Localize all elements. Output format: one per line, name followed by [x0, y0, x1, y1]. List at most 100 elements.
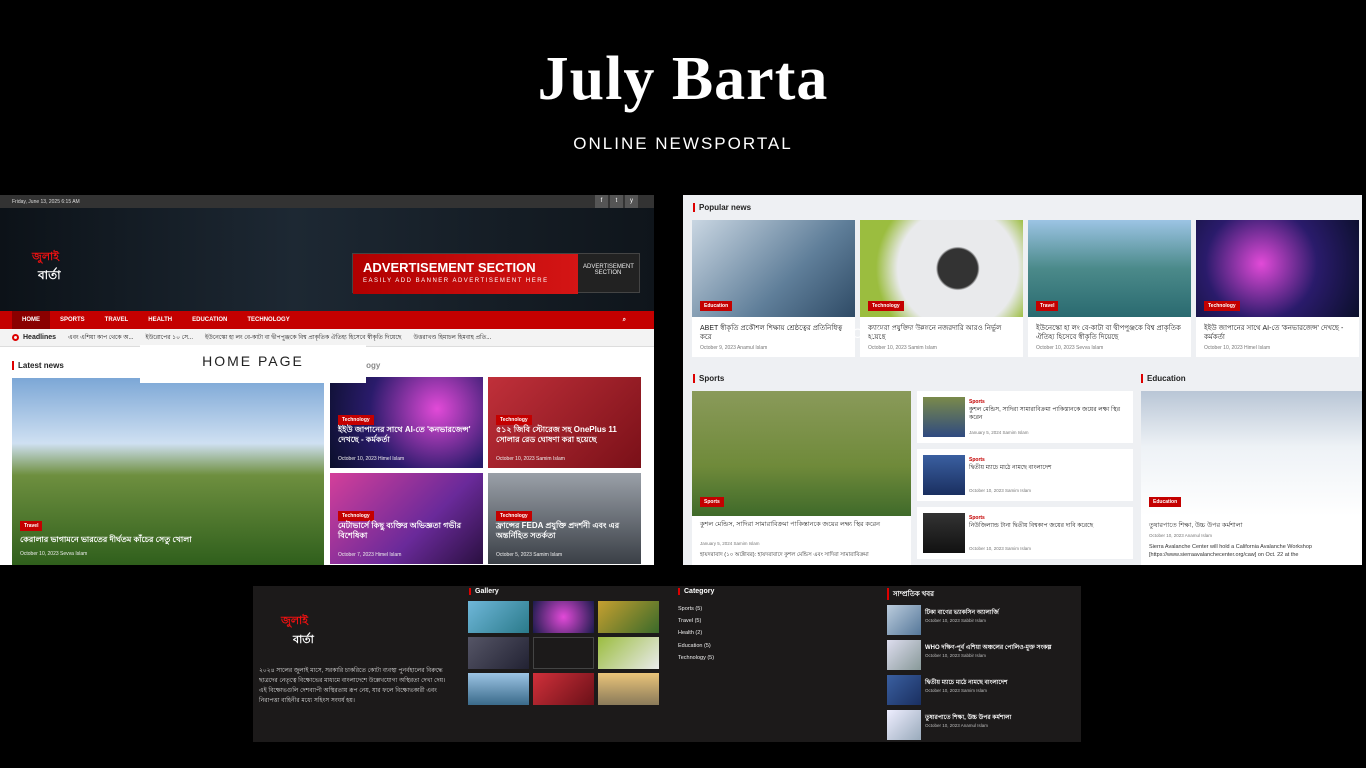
category-tag[interactable]: Technology	[868, 301, 904, 311]
recent-item[interactable]: দ্বিতীয় ম্যাচে মাঠে নামছে বাংলাদেশ Octo…	[887, 675, 1077, 705]
popular-card[interactable]: Travel ইউনেস্কো হা লং বে-কাটা বা দ্বীপপু…	[1028, 220, 1191, 357]
category-tag[interactable]: Technology	[496, 511, 532, 521]
article-title[interactable]: ৫১২ জিবি স্টোরেজ সহ OnePlus 11 সোলার রেড…	[496, 425, 634, 445]
nav-technology[interactable]: TECHNOLOGY	[237, 311, 299, 329]
article-meta: October 10, 2023 Anamul Islam	[925, 723, 989, 728]
article-title[interactable]: ফ্রান্সের FEDA প্রযুক্তি প্রদর্শনী এবং এ…	[496, 521, 634, 541]
article-title[interactable]: WHO দক্ষিণ-পূর্ব এশিয়া অঞ্চলের পোলিও-মু…	[925, 642, 1052, 653]
article-meta: October 10, 2023 Samim Islam	[969, 546, 1032, 551]
gallery-thumb[interactable]	[533, 637, 594, 669]
category-label[interactable]: Sports	[969, 399, 985, 405]
category-link[interactable]: Travel (5)	[678, 618, 701, 624]
category-label[interactable]: Sports	[969, 457, 985, 463]
ad-side-label: ADVERTISEMENT SECTION	[583, 264, 634, 276]
gallery-thumb[interactable]	[468, 673, 529, 705]
category-label[interactable]: Sports	[969, 515, 985, 521]
gallery-thumb[interactable]	[533, 673, 594, 705]
article-meta: October 10, 2023 Himel Islam	[1204, 345, 1271, 351]
gallery-thumb[interactable]	[598, 601, 659, 633]
recent-item[interactable]: টিকা বাণের ভ্যাকসিন অ্যালার্জি October 1…	[887, 605, 1077, 635]
popular-card[interactable]: Technology ইইউ জাপানের সাথে AI-তে 'কনভার…	[1196, 220, 1359, 357]
article-title[interactable]: ইইউ জাপানের সাথে AI-তে 'কনভারজেন্স' দেখছ…	[1204, 324, 1354, 342]
site-logo[interactable]: জুলাই বার্তা	[32, 248, 61, 287]
ticker-item[interactable]: ইউনেস্কো হা লং বে-কাটা বা দ্বীপপুঞ্জকে ব…	[205, 332, 401, 343]
tech-card[interactable]: Technology ইইউ জাপানের সাথে AI-তে 'কনভার…	[330, 377, 483, 468]
article-title[interactable]: তুষারপাতে শিক্ষা, উচ্চ উপর কর্মশালা	[925, 712, 1011, 723]
hero-title: July Barta	[537, 45, 829, 113]
article-title[interactable]: নিউজিল্যান্ড টানা দ্বিতীয় বিশ্বকাপ জয়ে…	[969, 522, 1127, 530]
ticker-item[interactable]: এবং এশিয়া কাপ থেকে অ...	[68, 332, 133, 343]
category-link[interactable]: Technology (5)	[678, 655, 714, 661]
tech-card[interactable]: Technology ৫১২ জিবি স্টোরেজ সহ OnePlus 1…	[488, 377, 641, 468]
category-link[interactable]: Education (5)	[678, 643, 711, 649]
category-tag[interactable]: Education	[1149, 497, 1182, 507]
home-page-label: HOME PAGE	[140, 345, 366, 383]
category-tag[interactable]: Technology	[1204, 301, 1240, 311]
live-dot-icon	[12, 334, 19, 341]
article-meta: October 10, 2023 Samim Islam	[969, 488, 1032, 493]
gallery-thumb[interactable]	[533, 601, 594, 633]
sports-list-item[interactable]: Sports কুশল মেন্ডিস, সাদিরা সামারাবিক্রম…	[917, 391, 1133, 443]
category-tag[interactable]: Technology	[496, 415, 532, 425]
article-title[interactable]: মেটাভার্সে কিছু ব্যক্তির অভিজ্ঞতা গভীর ব…	[338, 521, 476, 541]
article-meta: January 5, 2024 Samim Islam	[969, 430, 1029, 435]
category-tag[interactable]: Travel	[1036, 301, 1059, 311]
footer-logo[interactable]: জুলাই বার্তা	[281, 612, 314, 650]
nav-travel[interactable]: TRAVEL	[95, 311, 139, 329]
nav-education[interactable]: EDUCATION	[182, 311, 237, 329]
category-link[interactable]: Sports (5)	[678, 606, 702, 612]
footer-about: ২০২৪ সালের জুলাই মাসে, সরকারি চাকরিতে কো…	[259, 668, 446, 704]
ad-title: ADVERTISEMENT SECTION	[363, 260, 536, 275]
gallery-thumb[interactable]	[598, 637, 659, 669]
category-link[interactable]: Health (2)	[678, 630, 702, 636]
category-tag[interactable]: Travel	[20, 521, 43, 531]
contents-label: CONTENTS	[840, 325, 933, 341]
article-title[interactable]: ইইউ জাপানের সাথে AI-তে 'কনভারজেন্স' দেখছ…	[338, 425, 476, 445]
category-tag[interactable]: Technology	[338, 511, 374, 521]
article-meta: October 9, 2023 Anamul Islam	[700, 345, 768, 351]
article-title[interactable]: টিকা বাণের ভ্যাকসিন অ্যালার্জি	[925, 607, 999, 618]
main-nav: HOME SPORTS TRAVEL HEALTH EDUCATION TECH…	[0, 311, 654, 329]
tech-card[interactable]: Technology মেটাভার্সে কিছু ব্যক্তির অভিজ…	[330, 473, 483, 564]
nav-home[interactable]: HOME	[12, 311, 50, 329]
recent-item[interactable]: WHO দক্ষিণ-পূর্ব এশিয়া অঞ্চলের পোলিও-মু…	[887, 640, 1077, 670]
nav-health[interactable]: HEALTH	[138, 311, 182, 329]
logo-text-top: জুলাই	[281, 615, 308, 627]
article-title[interactable]: কুশল মেন্ডিস, সাদিরা সামারাবিক্রমা পাকিস…	[700, 521, 905, 529]
ticker-item[interactable]: ইউরোপের ১০ সে...	[145, 332, 193, 343]
article-title[interactable]: ইউনেস্কো হা লং বে-কাটা বা দ্বীপপুঞ্জকে ব…	[1036, 324, 1186, 342]
logo-text-top: জুলাই	[32, 251, 59, 263]
article-meta: October 10, 2023 Sabbir Islam	[925, 653, 987, 658]
tech-card[interactable]: Technology ফ্রান্সের FEDA প্রযুক্তি প্রদ…	[488, 473, 641, 564]
article-title[interactable]: কুশল মেন্ডিস, সাদিরা সামারাবিক্রমা পাকিস…	[969, 406, 1127, 422]
search-icon[interactable]: ⌕	[613, 311, 636, 329]
youtube-icon[interactable]: y	[625, 195, 638, 208]
headlines-label: Headlines	[12, 334, 56, 341]
article-title[interactable]: দ্বিতীয় ম্যাচে মাঠে নামছে বাংলাদেশ	[925, 677, 1008, 688]
article-title[interactable]: দ্বিতীয় ম্যাচে মাঠে নামছে বাংলাদেশ	[969, 464, 1127, 472]
footer-preview: জুলাই বার্তা ২০২৪ সালের জুলাই মাসে, সরকা…	[253, 586, 1081, 742]
category-tag[interactable]: Technology	[338, 415, 374, 425]
gallery-thumb[interactable]	[598, 673, 659, 705]
sports-list-item[interactable]: Sports দ্বিতীয় ম্যাচে মাঠে নামছে বাংলাদ…	[917, 449, 1133, 501]
latest-news-heading: Latest news	[12, 361, 64, 370]
logo-text-bottom: বার্তা	[38, 268, 61, 282]
advertisement-banner[interactable]: ADVERTISEMENT SECTION EASILY ADD BANNER …	[352, 253, 640, 294]
sports-list-item[interactable]: Sports নিউজিল্যান্ড টানা দ্বিতীয় বিশ্বক…	[917, 507, 1133, 559]
gallery-thumb[interactable]	[468, 601, 529, 633]
gallery-thumb[interactable]	[468, 637, 529, 669]
category-tag[interactable]: Education	[700, 301, 733, 311]
latest-news-featured[interactable]: Travel কেরালার ভাগামনে ভারতের দীর্ঘতম কা…	[12, 378, 324, 565]
ticker-item[interactable]: উত্তরাখণ্ড হিমাচল হিমবাহ প্রতি...	[413, 332, 491, 343]
recent-item[interactable]: তুষারপাতে শিক্ষা, উচ্চ উপর কর্মশালা Octo…	[887, 710, 1077, 740]
nav-sports[interactable]: SPORTS	[50, 311, 95, 329]
article-meta: October 10, 2023 Himel Islam	[338, 456, 405, 462]
sports-featured[interactable]: Sports কুশল মেন্ডিস, সাদিরা সামারাবিক্রম…	[692, 391, 911, 565]
date-text: Friday, June 13, 2025 6:15 AM	[12, 199, 80, 205]
facebook-icon[interactable]: f	[595, 195, 608, 208]
article-title[interactable]: তুষারপাতে শিক্ষা, উচ্চ উপর কর্মশালা	[1149, 522, 1354, 530]
category-tag[interactable]: Sports	[700, 497, 724, 507]
twitter-icon[interactable]: t	[610, 195, 623, 208]
article-title[interactable]: কেরালার ভাগামনে ভারতের দীর্ঘতম কাঁচের সে…	[20, 534, 192, 547]
education-featured[interactable]: Education তুষারপাতে শিক্ষা, উচ্চ উপর কর্…	[1141, 391, 1362, 565]
